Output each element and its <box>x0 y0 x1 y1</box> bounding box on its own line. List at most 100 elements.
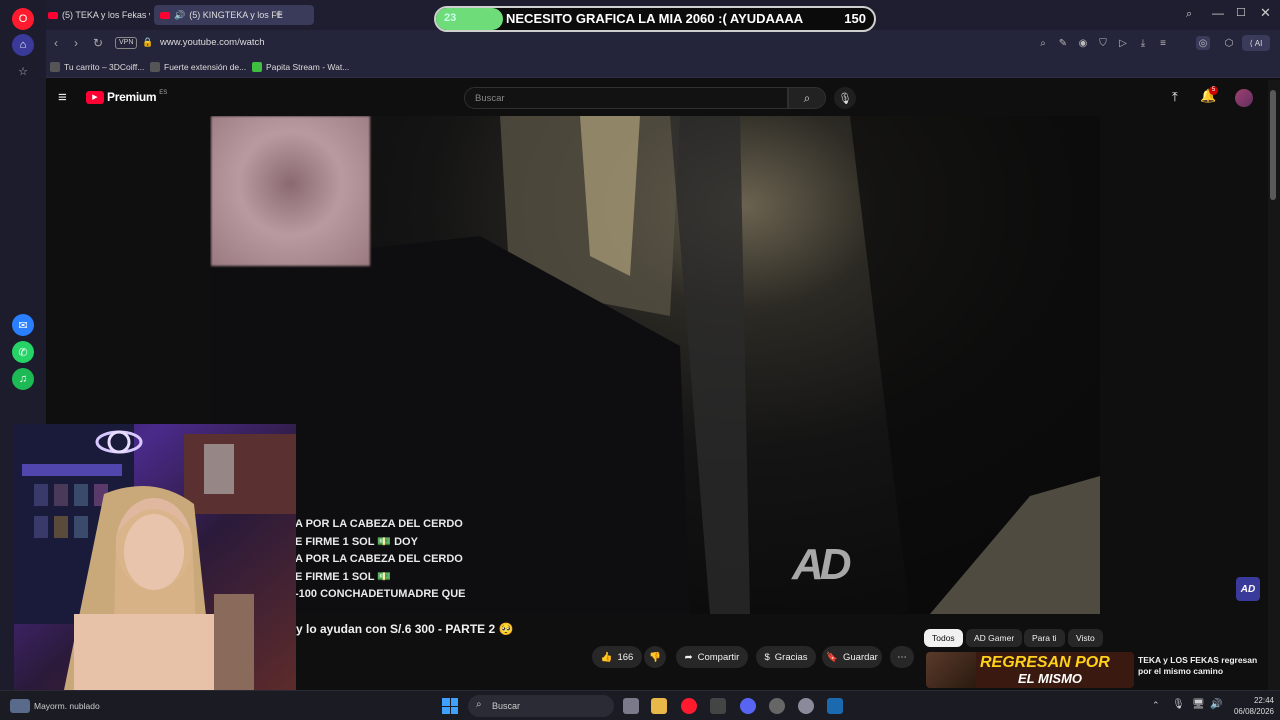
thanks-button[interactable]: $ Gracias <box>756 646 816 668</box>
save-button[interactable]: 🔖 Guardar <box>822 646 882 668</box>
bookmarks-star-icon[interactable]: ☆ <box>12 60 34 82</box>
youtube-play-logo-icon: ▶ <box>86 90 104 104</box>
weather-label[interactable]: Mayorm. nublado <box>34 701 100 711</box>
microphone-tray-icon[interactable]: 🎙 <box>1172 699 1185 710</box>
bookmark-label: Tu carrito – 3DCoiff... <box>64 62 145 72</box>
more-actions-button[interactable]: ⋯ <box>890 646 914 668</box>
vpn-badge[interactable]: VPN <box>115 37 138 49</box>
windows-start-icon[interactable] <box>442 698 458 714</box>
aria-ai-button[interactable]: ⟨ AI <box>1242 35 1270 51</box>
chip-todos[interactable]: Todos <box>924 629 963 647</box>
thumbnail-person-image <box>926 652 976 688</box>
upload-icon[interactable]: ⤒ <box>1172 89 1178 105</box>
thumbs-down-icon: 👎 <box>649 651 661 663</box>
ai-label: AI <box>1254 38 1263 48</box>
channel-corner-badge[interactable]: AD <box>1236 577 1260 601</box>
whatsapp-icon[interactable]: ✆ <box>12 341 34 363</box>
goal-message: NECESITO GRAFICA LA MIA 2060 :( AYUDAAAA <box>506 11 804 26</box>
discord-icon[interactable] <box>740 698 756 714</box>
address-bar-row: ‹ › ↻ VPN 🔒 www.youtube.com/watch ⌕ ✎ ◉ … <box>46 30 1280 56</box>
shield-icon[interactable]: ⛉ <box>1096 36 1110 50</box>
share-button[interactable]: ➦ Compartir <box>676 646 748 668</box>
like-count: 166 <box>617 651 634 663</box>
back-icon[interactable]: ‹ <box>48 35 64 51</box>
goal-target: 150 <box>844 11 866 26</box>
search-tabs-icon[interactable]: ⌕ <box>1186 8 1192 21</box>
bookmark-item[interactable]: Tu carrito – 3DCoiff... <box>50 60 144 74</box>
new-tab-button[interactable]: + <box>272 7 286 21</box>
play-icon[interactable]: ▷ <box>1116 36 1130 50</box>
opera-taskbar-icon[interactable] <box>681 698 697 714</box>
clock[interactable]: 22:44 06/08/2026 <box>1226 695 1274 717</box>
chip-ad-gamer[interactable]: AD Gamer <box>966 629 1023 647</box>
opera-logo-icon[interactable]: O <box>12 8 34 30</box>
settings-gear-icon[interactable] <box>798 698 814 714</box>
edit-icon[interactable]: ✎ <box>1056 36 1070 50</box>
search-icon: ⌕ <box>476 699 482 710</box>
hamburger-menu-icon[interactable]: ≡ <box>58 89 67 106</box>
extensions-icon[interactable]: ⬡ <box>1222 36 1236 50</box>
page-scrollbar[interactable] <box>1268 80 1280 690</box>
thumbnail-text-line-1: REGRESAN POR <box>980 654 1110 671</box>
recommended-video-thumbnail[interactable]: REGRESAN POR EL MISMO <box>926 652 1134 688</box>
bookmark-save-icon: 🔖 <box>826 651 838 663</box>
forward-icon[interactable]: › <box>68 35 84 51</box>
notification-count-badge: 5 <box>1209 86 1218 95</box>
tab-1[interactable]: (5) TEKA y los Fekas van p <box>42 5 150 25</box>
bookmark-label: Papita Stream - Wat... <box>266 62 350 72</box>
spotify-icon[interactable]: ♫ <box>12 368 34 390</box>
bookmark-item[interactable]: Papita Stream - Wat... <box>252 60 349 74</box>
search-button[interactable]: ⌕ <box>788 87 826 109</box>
file-explorer-icon[interactable] <box>651 698 667 714</box>
app-icon[interactable] <box>710 698 726 714</box>
bookmark-item[interactable]: Fuerte extensión de... <box>150 60 246 74</box>
camera-icon[interactable]: ◉ <box>1076 36 1090 50</box>
reload-icon[interactable]: ↻ <box>90 35 106 51</box>
volume-icon[interactable]: 🔊 <box>1210 699 1222 710</box>
url-field[interactable]: www.youtube.com/watch <box>160 37 265 48</box>
recommended-video-title[interactable]: TEKA y LOS FEKAS regresan por el mismo c… <box>1138 655 1266 677</box>
scrollbar-thumb[interactable] <box>1270 90 1276 200</box>
speaker-icon[interactable]: 🔊 <box>174 10 185 21</box>
search-input[interactable]: Buscar <box>464 87 788 109</box>
profile-icon[interactable]: ◎ <box>1196 36 1210 50</box>
app-icon[interactable] <box>769 698 785 714</box>
download-icon[interactable]: ⤓ <box>1136 36 1150 50</box>
chip-visto[interactable]: Visto <box>1068 629 1103 647</box>
bookmark-favicon-icon <box>50 62 60 72</box>
task-view-icon[interactable] <box>623 698 639 714</box>
chat-line: E FIRME 1 SOL 💵 DOY <box>295 535 418 548</box>
aria-icon: ⟨ <box>1249 38 1253 48</box>
tray-chevron-icon[interactable]: ⌃ <box>1152 700 1160 711</box>
weather-icon[interactable] <box>10 699 30 713</box>
streamer-webcam <box>14 424 296 690</box>
avatar[interactable] <box>1235 89 1253 107</box>
tab-2-active[interactable]: 🔊 (5) KINGTEKA y los FE <box>154 5 314 25</box>
close-window-button[interactable]: ✕ <box>1260 5 1271 21</box>
bookmark-favicon-icon <box>252 62 262 72</box>
lock-icon: 🔒 <box>142 37 154 47</box>
steam-icon[interactable] <box>827 698 843 714</box>
thanks-label: Gracias <box>774 651 808 663</box>
zoom-icon[interactable]: ⌕ <box>1036 36 1050 50</box>
messenger-icon[interactable]: ✉ <box>12 314 34 336</box>
maximize-button[interactable]: ☐ <box>1236 6 1246 19</box>
youtube-premium-logo[interactable]: ▶ Premium ES <box>86 90 167 104</box>
stream-goal-banner: 23 NECESITO GRAFICA LA MIA 2060 :( AYUDA… <box>434 6 876 32</box>
reco-title-line: por el mismo camino <box>1138 666 1224 676</box>
tab-label: (5) TEKA y los Fekas van p <box>62 10 150 20</box>
chip-para-ti[interactable]: Para ti <box>1024 629 1065 647</box>
like-button[interactable]: 👍 166 <box>592 646 642 668</box>
youtube-header: ≡ ▶ Premium ES Buscar ⌕ 🎙 ⤒ 🔔 5 <box>46 80 1268 116</box>
home-icon[interactable]: ⌂ <box>12 34 34 56</box>
taskbar-search-input[interactable]: ⌕ Buscar <box>468 695 614 717</box>
goal-current: 23 <box>444 12 457 24</box>
network-icon[interactable]: 🖥 <box>1192 699 1205 710</box>
thumbnail-text-line-2: EL MISMO <box>1018 671 1083 686</box>
voice-search-microphone-icon[interactable]: 🎙 <box>834 87 856 109</box>
dislike-button[interactable]: 👎 <box>644 646 666 668</box>
youtube-favicon-icon <box>48 11 58 19</box>
minimize-button[interactable]: — <box>1212 6 1224 20</box>
menu-icon[interactable]: ≡ <box>1156 36 1170 50</box>
chat-line: A POR LA CABEZA DEL CERDO <box>295 553 463 565</box>
